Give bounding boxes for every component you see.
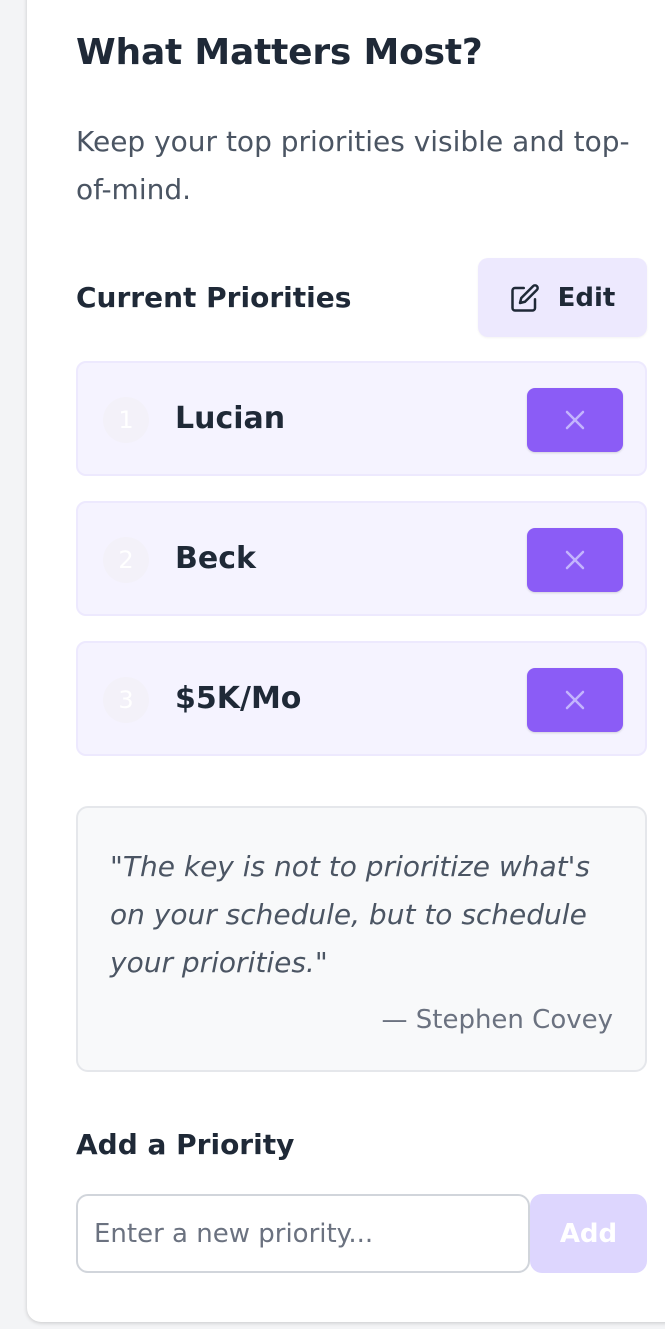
new-priority-input[interactable] (76, 1194, 530, 1273)
priority-label: $5K/Mo (175, 681, 302, 716)
edit-icon (510, 283, 539, 312)
priority-item: 1 Lucian (76, 361, 647, 476)
remove-priority-button[interactable] (527, 668, 623, 732)
priority-item: 3 $5K/Mo (76, 641, 647, 756)
close-icon (565, 690, 585, 710)
remove-priority-button[interactable] (527, 388, 623, 452)
close-icon (565, 550, 585, 570)
page-subtitle: Keep your top priorities visible and top… (76, 125, 630, 206)
current-priorities-heading: Current Priorities (76, 281, 352, 314)
priority-label: Lucian (175, 401, 286, 436)
priority-number: 2 (103, 537, 149, 583)
quote-box: "The key is not to prioritize what's on … (76, 806, 647, 1072)
quote-author: — Stephen Covey (381, 1005, 613, 1035)
priority-number: 1 (103, 397, 149, 443)
add-priority-heading: Add a Priority (76, 1128, 295, 1161)
close-icon (565, 410, 585, 430)
remove-priority-button[interactable] (527, 528, 623, 592)
quote-text: "The key is not to prioritize what's on … (110, 850, 590, 979)
priority-number: 3 (103, 677, 149, 723)
edit-button-label: Edit (557, 282, 616, 313)
priority-label: Beck (175, 541, 256, 576)
edit-button[interactable]: Edit (478, 258, 647, 337)
priority-item: 2 Beck (76, 501, 647, 616)
add-priority-button[interactable]: Add (530, 1194, 647, 1273)
page-title: What Matters Most? (76, 32, 483, 73)
